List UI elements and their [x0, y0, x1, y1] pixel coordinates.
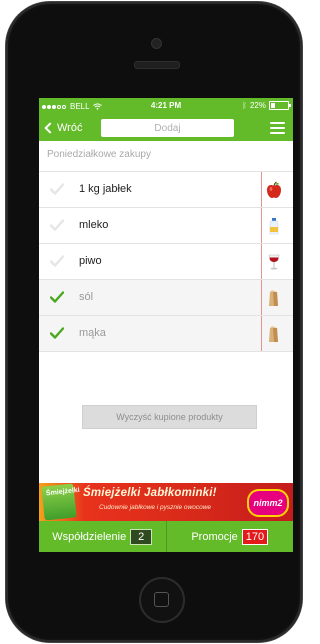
speaker-grille — [134, 61, 180, 69]
apple-icon[interactable] — [265, 181, 283, 199]
tab-promotions[interactable]: Promocje 170 — [167, 521, 294, 552]
battery-icon — [269, 101, 291, 110]
milk-icon[interactable] — [265, 217, 283, 235]
checkmark-icon[interactable] — [50, 327, 64, 339]
row-divider — [261, 316, 262, 351]
list-item-label: mąka — [79, 327, 106, 339]
back-label: Wróć — [57, 122, 83, 134]
battery-percent: 22% — [249, 101, 266, 110]
list-item-label: sól — [79, 291, 94, 303]
ad-title: Śmiejżelki Jabłkominki! — [83, 487, 217, 499]
row-divider — [261, 208, 262, 243]
list-item-label: mleko — [79, 219, 109, 231]
list-item[interactable]: piwo — [39, 244, 293, 280]
checkmark-icon[interactable] — [50, 219, 64, 231]
camera-icon — [151, 38, 162, 49]
tab-promotions-label: Promocje — [191, 530, 238, 543]
checkmark-icon[interactable] — [50, 183, 64, 195]
tab-sharing[interactable]: Współdzielenie 2 — [39, 521, 166, 552]
promotions-count-badge: 170 — [241, 528, 269, 545]
clear-bought-button[interactable]: Wyczyść kupione produkty — [82, 405, 257, 429]
list-title: Poniedziałkowe zakupy — [47, 149, 151, 160]
bag-icon[interactable] — [265, 325, 283, 343]
row-divider — [261, 244, 262, 279]
back-button[interactable]: Wróć — [44, 120, 82, 136]
shopping-list: 1 kg jabłek mleko piwo sól mąka — [39, 171, 293, 352]
list-item[interactable]: mleko — [39, 208, 293, 244]
list-item[interactable]: mąka — [39, 316, 293, 352]
tab-sharing-label: Współdzielenie — [52, 530, 127, 543]
ad-subtitle: Cudownie jabłkowe i pysznie owocowe — [99, 504, 212, 511]
checkmark-icon[interactable] — [50, 291, 64, 303]
checkmark-icon[interactable] — [50, 255, 64, 267]
list-item-label: 1 kg jabłek — [79, 183, 132, 195]
nav-bar: Wróć — [39, 115, 293, 141]
app-screen: BELL 4:21 PM ᛒ 22% Wróć Dodaj Poniedział… — [39, 98, 293, 552]
list-item[interactable]: sól — [39, 280, 293, 316]
row-divider — [261, 280, 262, 315]
wine-glass-icon[interactable] — [265, 253, 283, 271]
bag-icon[interactable] — [265, 289, 283, 307]
home-square-icon — [154, 592, 169, 607]
chevron-left-icon — [44, 122, 56, 134]
row-divider — [261, 172, 262, 207]
list-item-label: piwo — [79, 255, 102, 267]
bottom-tab-bar: Współdzielenie 2 Promocje 170 — [39, 521, 293, 552]
sharing-count-badge: 2 — [130, 528, 153, 545]
status-bar-right: ᛒ 22% — [242, 101, 291, 110]
phone-frame: BELL 4:21 PM ᛒ 22% Wróć Dodaj Poniedział… — [6, 2, 302, 642]
hamburger-menu-icon[interactable] — [270, 122, 285, 134]
home-button[interactable] — [139, 577, 185, 623]
status-bar: BELL 4:21 PM ᛒ 22% — [39, 98, 293, 115]
ad-banner[interactable]: Śmiejżelki Śmiejżelki Jabłkominki! Cudow… — [39, 483, 293, 521]
ad-logo: nimm2 — [247, 489, 289, 517]
list-item[interactable]: 1 kg jabłek — [39, 172, 293, 208]
bluetooth-icon: ᛒ — [242, 101, 247, 110]
add-item-input[interactable] — [101, 119, 234, 137]
